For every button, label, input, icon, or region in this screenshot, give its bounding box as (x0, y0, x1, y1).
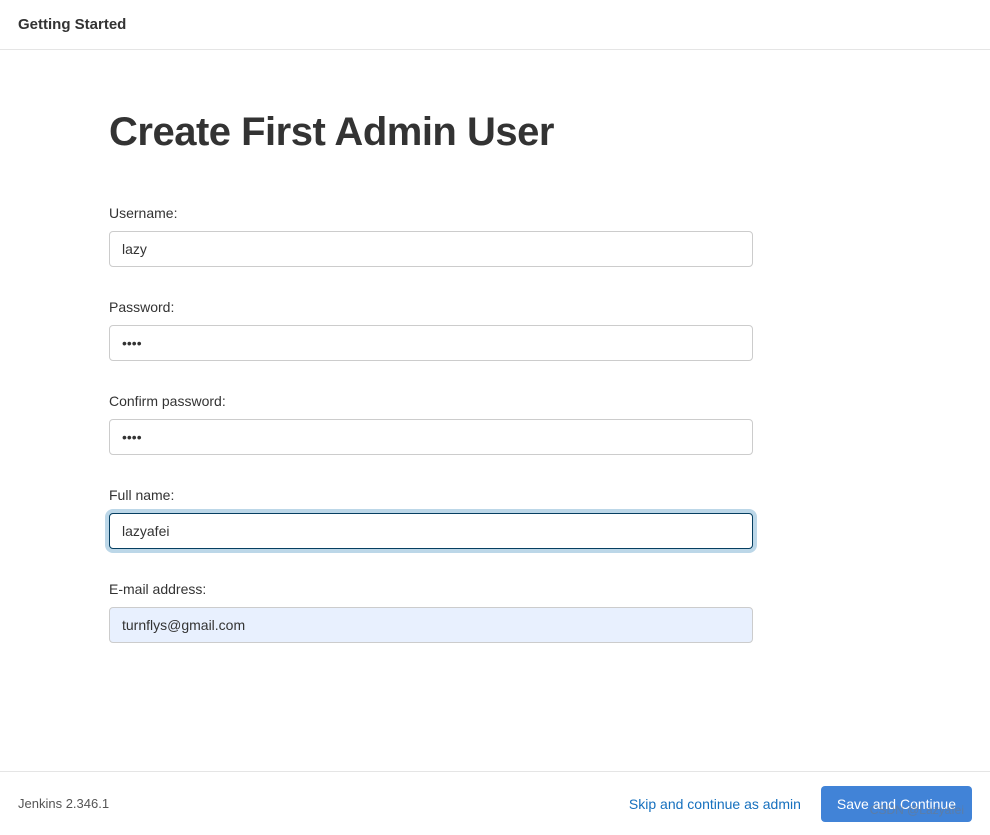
skip-link[interactable]: Skip and continue as admin (629, 796, 801, 812)
confirm-password-label: Confirm password: (109, 393, 860, 409)
full-name-input[interactable] (109, 513, 753, 549)
header-title: Getting Started (18, 16, 972, 33)
full-name-group: Full name: (109, 487, 860, 549)
confirm-password-input[interactable] (109, 419, 753, 455)
username-label: Username: (109, 205, 860, 221)
username-group: Username: (109, 205, 860, 267)
save-continue-button[interactable]: Save and Continue (821, 786, 972, 822)
password-label: Password: (109, 299, 860, 315)
full-name-label: Full name: (109, 487, 860, 503)
password-input[interactable] (109, 325, 753, 361)
email-group: E-mail address: (109, 581, 860, 643)
page-header: Getting Started (0, 0, 990, 50)
page-heading: Create First Admin User (109, 110, 860, 155)
password-group: Password: (109, 299, 860, 361)
username-input[interactable] (109, 231, 753, 267)
email-label: E-mail address: (109, 581, 860, 597)
footer-actions: Skip and continue as admin Save and Cont… (629, 786, 972, 822)
version-text: Jenkins 2.346.1 (18, 796, 109, 811)
email-input[interactable] (109, 607, 753, 643)
page-footer: Jenkins 2.346.1 Skip and continue as adm… (0, 771, 990, 835)
main-content: Create First Admin User Username: Passwo… (0, 50, 860, 643)
confirm-password-group: Confirm password: (109, 393, 860, 455)
